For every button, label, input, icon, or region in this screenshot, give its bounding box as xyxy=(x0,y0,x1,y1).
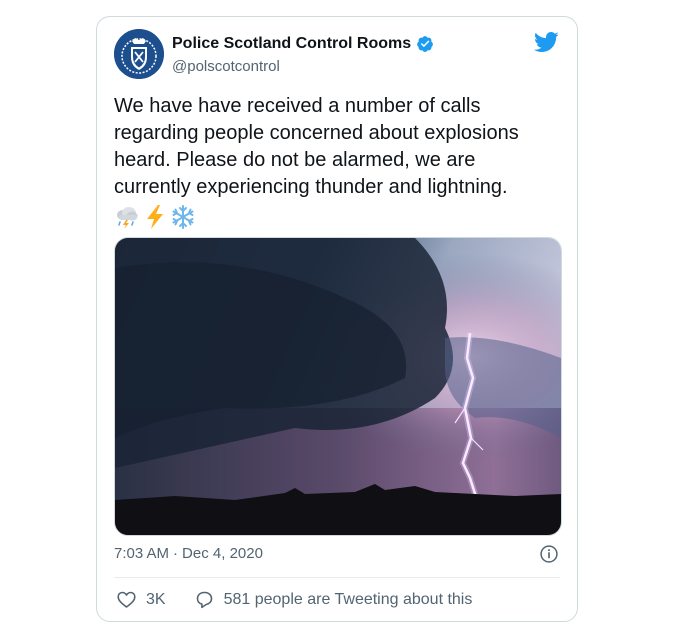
verified-badge-icon xyxy=(417,36,434,52)
heart-icon xyxy=(117,591,136,608)
conversation-text[interactable]: 581 people are Tweeting about this xyxy=(224,591,473,609)
tweet-card[interactable]: Police Scotland Control Rooms @polscotco… xyxy=(96,16,578,622)
avatar[interactable] xyxy=(114,29,164,79)
account-name-row[interactable]: Police Scotland Control Rooms xyxy=(172,35,434,53)
conversation-link[interactable]: 581 people are Tweeting about this xyxy=(194,589,473,610)
tweet-date[interactable]: Dec 4, 2020 xyxy=(182,545,263,562)
tweet-time[interactable]: 7:03 AM xyxy=(114,545,169,562)
tweet-text-block: We have have received a number of calls … xyxy=(114,93,564,231)
high-voltage-icon xyxy=(147,205,163,229)
cloud-lightning-rain-icon xyxy=(117,207,138,229)
display-name[interactable]: Police Scotland Control Rooms xyxy=(172,35,411,53)
like-count[interactable]: 3K xyxy=(146,591,166,609)
info-icon[interactable] xyxy=(539,544,559,564)
account-handle[interactable]: @polscotcontrol xyxy=(172,58,280,75)
tweet-text: We have have received a number of calls … xyxy=(114,95,519,198)
comment-icon xyxy=(196,591,212,609)
tweet-timestamp[interactable]: 7:03 AM · Dec 4, 2020 xyxy=(114,545,263,562)
snowflake-icon xyxy=(172,205,194,229)
lightning-storm-photo xyxy=(115,238,561,535)
divider xyxy=(114,577,560,578)
like-button[interactable]: 3K xyxy=(116,589,166,610)
timestamp-separator: · xyxy=(173,545,179,562)
tweet-actions: 3K 581 people are Tweeting about this xyxy=(116,589,500,610)
emoji-row xyxy=(114,203,564,231)
tweet-photo[interactable] xyxy=(114,237,562,536)
police-scotland-crest-icon xyxy=(114,29,164,79)
twitter-bird-icon[interactable] xyxy=(533,31,559,53)
